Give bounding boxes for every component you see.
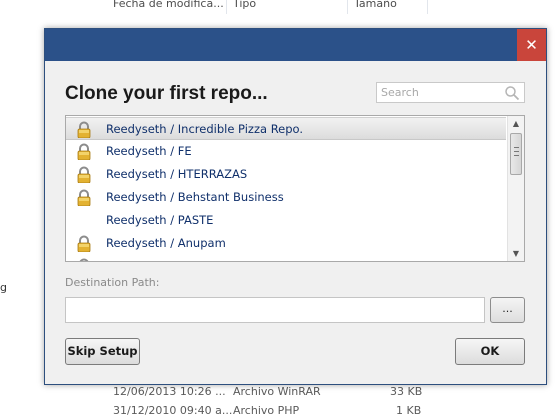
file-type: Archivo PHP [233,404,300,417]
column-type[interactable]: Tipo [233,0,256,10]
destination-path-input[interactable] [66,298,484,322]
file-date: 31/12/2010 09:40 a... [113,404,233,417]
repo-name: Reedyseth / School Project [106,259,259,261]
file-size: 33 KB [390,385,423,398]
list-scrollbar[interactable]: ▲ ▼ [507,116,524,261]
destination-path-box[interactable] [65,297,485,323]
lock-icon [79,258,89,261]
browse-button[interactable]: ... [490,297,525,323]
skip-setup-button[interactable]: Skip Setup [65,338,140,365]
close-button[interactable]: ✕ [517,29,546,61]
repo-name: Reedyseth / HTERRAZAS [106,167,248,181]
repo-name: Reedyseth / Behstant Business [106,190,284,204]
file-size: 1 KB [396,404,422,417]
dialog-title: Clone your first repo... [65,83,268,104]
lock-icon [77,143,91,160]
explorer-file-row[interactable]: 12/06/2013 10:26 ... Archivo WinRAR 33 K… [0,383,560,401]
close-icon: ✕ [525,36,538,54]
repo-list-item[interactable]: Reedyseth / Anupam [66,232,506,255]
scroll-thumb[interactable] [510,133,522,175]
explorer-file-row[interactable]: 31/12/2010 09:40 a... Archivo PHP 1 KB [0,402,560,418]
file-date: 12/06/2013 10:26 ... [113,385,226,398]
search-input[interactable] [377,83,497,102]
ok-button[interactable]: OK [455,338,525,365]
lock-icon [77,189,91,206]
repo-name: Reedyseth / FE [106,144,192,158]
lock-icon [77,121,91,138]
repo-list-item[interactable]: Reedyseth / Incredible Pizza Repo. [66,117,506,140]
file-type: Archivo WinRAR [233,385,321,398]
clone-repo-dialog: ✕ Clone your first repo... Reedyseth / I… [44,28,547,385]
scroll-grip-line [514,147,519,148]
column-separator [427,0,428,14]
repo-list-item[interactable]: Reedyseth / HTERRAZAS [66,163,506,186]
lock-icon [77,235,91,252]
explorer-text-fragment: g [0,281,7,294]
column-date-modified[interactable]: Fecha de modifica... [113,0,224,10]
scroll-grip-line [514,155,519,156]
column-size[interactable]: Tamaño [354,0,397,10]
search-box[interactable] [376,82,525,103]
scroll-grip-line [514,151,519,152]
repo-name: Reedyseth / Incredible Pizza Repo. [106,122,304,136]
column-separator [347,0,348,14]
destination-path-label: Destination Path: [65,276,160,289]
column-separator [226,0,227,14]
scroll-up-arrow-icon[interactable]: ▲ [508,116,524,131]
repo-list-item[interactable]: Reedyseth / FE [66,140,506,163]
repo-name: Reedyseth / PASTE [106,213,214,227]
lock-icon [77,166,91,183]
dialog-titlebar[interactable]: ✕ [45,29,546,61]
explorer-column-header: Fecha de modifica... Tipo Tamaño [0,0,560,14]
repo-list-item[interactable]: Reedyseth / Behstant Business [66,186,506,209]
scroll-down-arrow-icon[interactable]: ▼ [508,246,524,261]
repo-list-item[interactable]: Reedyseth / PASTE [66,209,506,232]
repo-name: Reedyseth / Anupam [106,236,226,250]
search-icon [505,86,520,101]
repo-list-item[interactable]: Reedyseth / School Project [66,255,506,261]
repository-list[interactable]: Reedyseth / Incredible Pizza Repo. Reedys… [65,115,525,262]
